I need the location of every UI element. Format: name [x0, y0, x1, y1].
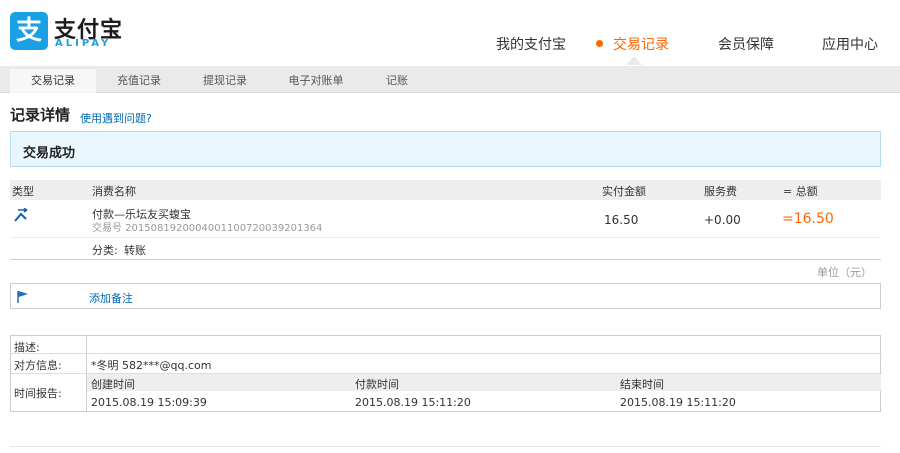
page-title: 记录详情 [10, 106, 71, 124]
subnav-bookkeeping[interactable]: 记账 [364, 69, 430, 93]
brand-name-en: ALIPAY [55, 38, 112, 49]
topnav-transactions[interactable]: 交易记录 [613, 34, 669, 54]
paid-time-header: 付款时间 [355, 378, 399, 391]
created-time: 2015.08.19 15:09:39 [91, 396, 207, 409]
header: 支 支付宝 ALIPAY 我的支付宝 交易记录 会员保障 应用中心 [0, 0, 900, 66]
alipay-logo-icon: 支 [10, 12, 48, 50]
counterparty-value: *冬明 582***@qq.com [91, 359, 212, 372]
service-fee: +0.00 [704, 213, 741, 227]
memo-bar: 添加备注 [10, 283, 881, 309]
col-name: 消费名称 [92, 185, 136, 198]
subnav-recharge-records[interactable]: 充值记录 [96, 69, 182, 93]
help-link[interactable]: 使用遇到问题? [80, 110, 152, 126]
time-header-row: 创建时间 付款时间 结束时间 [87, 374, 881, 391]
active-dot-icon [596, 40, 603, 47]
paid-amount: 16.50 [604, 213, 639, 227]
top-navigation: 我的支付宝 交易记录 会员保障 应用中心 [496, 34, 886, 54]
status-text: 交易成功 [23, 146, 76, 161]
subnav-e-statement[interactable]: 电子对账单 [268, 69, 364, 93]
topnav-app-center[interactable]: 应用中心 [822, 34, 878, 54]
end-time-header: 结束时间 [620, 378, 664, 391]
category-label: 分类: [92, 244, 118, 257]
col-fee: 服务费 [704, 185, 737, 198]
trade-number: 交易号 2015081920004001100720039201364 [92, 223, 323, 234]
end-time: 2015.08.19 15:11:20 [620, 396, 736, 409]
currency-unit: 单位（元） [817, 266, 872, 279]
time-report-label: 时间报告: [14, 387, 62, 400]
description-label: 描述: [14, 341, 40, 354]
total-amount: =16.50 [782, 211, 834, 227]
col-total: = 总额 [783, 185, 818, 198]
transaction-details: 描述: 对方信息: *冬明 582***@qq.com 时间报告: 创建时间 付… [10, 335, 882, 412]
paid-time: 2015.08.19 15:11:20 [355, 396, 471, 409]
subnav-withdraw-records[interactable]: 提现记录 [182, 69, 268, 93]
table-row: 付款—乐坛友买蝮宝 交易号 20150819200040011007200392… [10, 200, 881, 260]
alipay-logo[interactable]: 支 支付宝 ALIPAY [10, 12, 210, 52]
row-divider [10, 237, 881, 238]
status-banner: 交易成功 [10, 131, 881, 167]
table-header: 类型 消费名称 实付金额 服务费 = 总额 [10, 180, 881, 200]
active-tab-caret-icon [626, 56, 642, 65]
subnav-transaction-records[interactable]: 交易记录 [10, 69, 96, 93]
counterparty-label: 对方信息: [14, 359, 62, 372]
topnav-member-protection[interactable]: 会员保障 [718, 34, 774, 54]
topnav-my-alipay[interactable]: 我的支付宝 [496, 34, 566, 54]
flag-icon [17, 291, 28, 303]
category-value: 转账 [124, 244, 146, 257]
footer-divider [10, 446, 881, 447]
details-row-divider [11, 353, 882, 354]
transfer-icon [14, 208, 28, 222]
logo-glyph: 支 [15, 16, 42, 46]
add-memo-link[interactable]: 添加备注 [89, 290, 133, 306]
sub-navigation: 交易记录 充值记录 提现记录 电子对账单 记账 [0, 66, 900, 93]
col-type: 类型 [12, 185, 34, 198]
created-time-header: 创建时间 [91, 378, 135, 391]
col-amount: 实付金额 [602, 185, 646, 198]
